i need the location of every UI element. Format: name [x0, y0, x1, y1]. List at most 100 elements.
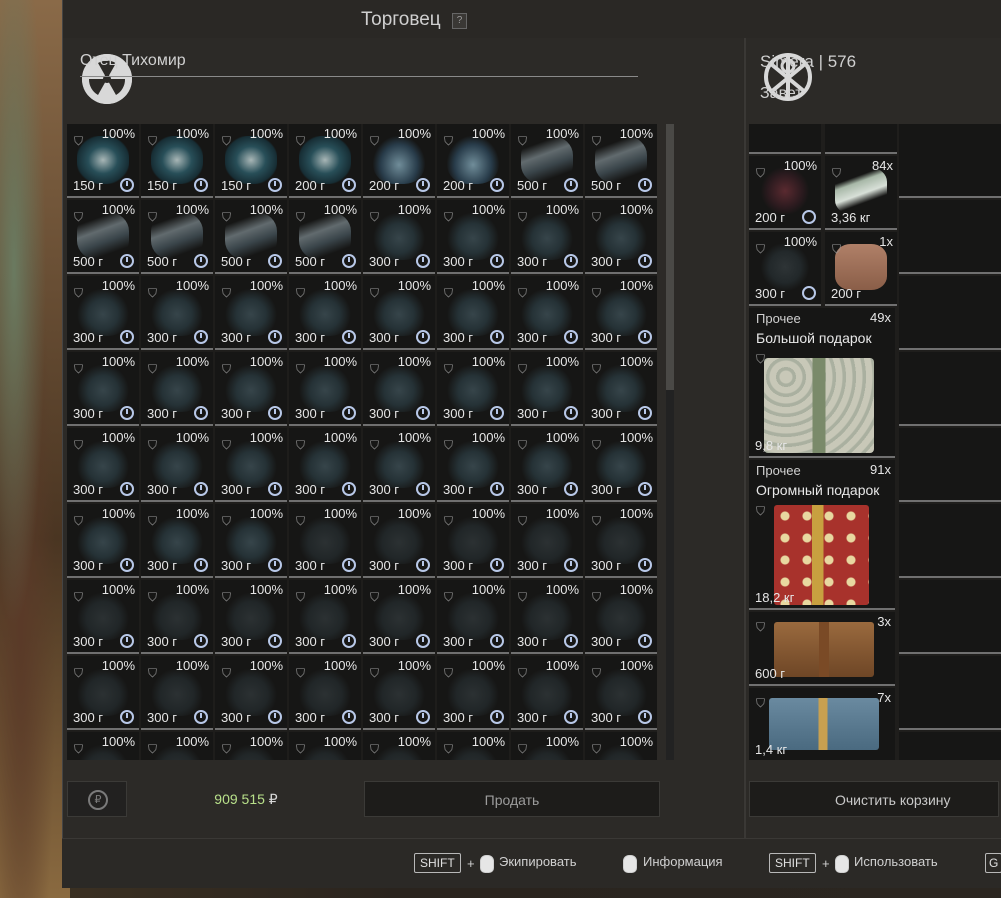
player-item-slot[interactable]: ⛉ 100% 200 г	[749, 156, 821, 230]
inventory-slot[interactable]: ⛉ 100%	[141, 732, 213, 760]
inventory-slot[interactable]: ⛉ 100% 500 г	[585, 124, 657, 198]
inventory-slot[interactable]: ⛉ 100%	[289, 732, 361, 760]
inventory-slot[interactable]: ⛉ 100% 300 г	[511, 580, 583, 654]
inventory-slot[interactable]: ⛉ 100% 300 г	[585, 200, 657, 274]
empty-slot[interactable]	[749, 124, 821, 154]
inventory-slot[interactable]: ⛉ 100% 300 г	[511, 276, 583, 350]
player-item-slot[interactable]: ⛉ 100% 300 г	[749, 232, 821, 306]
player-item-slot[interactable]: ⛉ 1x 200 г	[825, 232, 897, 306]
empty-slot[interactable]	[899, 352, 1001, 426]
inventory-slot[interactable]: ⛉ 100% 500 г	[141, 200, 213, 274]
inventory-slot[interactable]: ⛉ 100% 150 г	[67, 124, 139, 198]
inventory-slot[interactable]: ⛉ 100% 300 г	[67, 656, 139, 730]
inventory-slot[interactable]: ⛉ 100% 300 г	[67, 580, 139, 654]
empty-slot[interactable]	[899, 428, 1001, 502]
inventory-slot[interactable]: ⛉ 100%	[363, 732, 435, 760]
empty-slot[interactable]	[899, 580, 1001, 654]
inventory-slot[interactable]: ⛉ 100% 300 г	[511, 200, 583, 274]
inventory-slot[interactable]: ⛉ 100% 300 г	[363, 352, 435, 426]
inventory-slot[interactable]: ⛉ 100% 300 г	[215, 656, 287, 730]
inventory-slot[interactable]: ⛉ 100% 300 г	[437, 580, 509, 654]
currency-switch-button[interactable]: ₽	[67, 781, 127, 817]
inventory-slot[interactable]: ⛉ 100% 300 г	[437, 428, 509, 502]
inventory-slot[interactable]: ⛉ 100% 300 г	[511, 428, 583, 502]
empty-slot[interactable]	[825, 124, 897, 154]
inventory-slot[interactable]: ⛉ 100% 500 г	[511, 124, 583, 198]
inventory-slot[interactable]: ⛉ 100% 300 г	[67, 504, 139, 578]
inventory-slot[interactable]: ⛉ 100% 300 г	[585, 428, 657, 502]
inventory-slot[interactable]: ⛉ 100% 300 г	[289, 504, 361, 578]
inventory-slot[interactable]: ⛉ 100% 300 г	[141, 352, 213, 426]
item-condition: 100%	[545, 506, 579, 521]
inventory-slot[interactable]: ⛉ 100% 300 г	[67, 352, 139, 426]
inventory-slot[interactable]: ⛉ 100% 300 г	[215, 580, 287, 654]
inventory-slot[interactable]: ⛉ 100%	[585, 732, 657, 760]
inventory-slot[interactable]: ⛉ 100% 200 г	[437, 124, 509, 198]
inventory-slot[interactable]: ⛉ 100% 200 г	[289, 124, 361, 198]
player-item-slot[interactable]: ⛉ 7x 1,4 кг	[749, 688, 895, 760]
inventory-slot[interactable]: ⛉ 100% 300 г	[585, 504, 657, 578]
inventory-slot[interactable]: ⛉ 100% 300 г	[67, 428, 139, 502]
inventory-slot[interactable]: ⛉ 100% 300 г	[511, 656, 583, 730]
empty-slot[interactable]	[899, 656, 1001, 730]
inventory-slot[interactable]: ⛉ 100% 500 г	[215, 200, 287, 274]
inventory-slot[interactable]: ⛉ 100% 300 г	[67, 276, 139, 350]
clear-cart-button[interactable]: Очистить корзину	[749, 781, 999, 817]
inventory-slot[interactable]: ⛉ 100% 300 г	[289, 276, 361, 350]
inventory-slot[interactable]: ⛉ 100%	[67, 732, 139, 760]
trader-inventory-grid[interactable]: ⛉ 100% 150 г ⛉ 100% 150 г ⛉ 100% 150 г ⛉ 100% 200 г…	[67, 124, 657, 760]
inventory-slot[interactable]: ⛉ 100% 300 г	[215, 352, 287, 426]
inventory-slot[interactable]: ⛉ 100%	[437, 732, 509, 760]
inventory-slot[interactable]: ⛉ 100% 300 г	[363, 200, 435, 274]
inventory-slot[interactable]: ⛉ 100% 300 г	[289, 580, 361, 654]
player-item-slot[interactable]: Прочее Огромный подарок ⛉ 91x 18,2 кг	[749, 460, 895, 610]
player-item-slot[interactable]: Прочее Большой подарок ⛉ 49x 9,8 кг	[749, 308, 895, 458]
inventory-slot[interactable]: ⛉ 100% 300 г	[215, 276, 287, 350]
player-item-slot[interactable]: ⛉ 3x 600 г	[749, 612, 895, 686]
inventory-slot[interactable]: ⛉ 100% 300 г	[215, 504, 287, 578]
inventory-slot[interactable]: ⛉ 100% 300 г	[289, 352, 361, 426]
inventory-slot[interactable]: ⛉ 100% 300 г	[585, 580, 657, 654]
inventory-slot[interactable]: ⛉ 100% 300 г	[363, 580, 435, 654]
empty-slot[interactable]	[899, 732, 1001, 760]
inventory-slot[interactable]: ⛉ 100% 300 г	[437, 656, 509, 730]
sell-button[interactable]: Продать	[364, 781, 660, 817]
player-item-slot[interactable]: ⛉ 84x 3,36 кг	[825, 156, 897, 230]
inventory-slot[interactable]: ⛉ 100% 300 г	[437, 352, 509, 426]
inventory-slot[interactable]: ⛉ 100% 300 г	[141, 656, 213, 730]
inventory-slot[interactable]: ⛉ 100% 200 г	[363, 124, 435, 198]
inventory-slot[interactable]: ⛉ 100% 300 г	[215, 428, 287, 502]
inventory-slot[interactable]: ⛉ 100% 300 г	[363, 504, 435, 578]
inventory-slot[interactable]: ⛉ 100% 300 г	[511, 352, 583, 426]
trader-scrollbar-thumb[interactable]	[666, 124, 674, 390]
inventory-slot[interactable]: ⛉ 100% 150 г	[141, 124, 213, 198]
inventory-slot[interactable]: ⛉ 100% 300 г	[141, 504, 213, 578]
empty-slot[interactable]	[899, 200, 1001, 274]
item-condition: 100%	[323, 278, 357, 293]
inventory-slot[interactable]: ⛉ 100% 300 г	[437, 200, 509, 274]
inventory-slot[interactable]: ⛉ 100% 150 г	[215, 124, 287, 198]
player-inventory-grid[interactable]: ⛉ 100% 200 г ⛉ 84x 3,36 кг ⛉ 100% 300 г ⛉ 1x 200 г П…	[749, 124, 1001, 760]
inventory-slot[interactable]: ⛉ 100% 300 г	[585, 276, 657, 350]
empty-slot[interactable]	[899, 124, 1001, 198]
inventory-slot[interactable]: ⛉ 100% 300 г	[141, 580, 213, 654]
inventory-slot[interactable]: ⛉ 100% 300 г	[363, 276, 435, 350]
inventory-slot[interactable]: ⛉ 100% 500 г	[289, 200, 361, 274]
inventory-slot[interactable]: ⛉ 100% 300 г	[363, 656, 435, 730]
empty-slot[interactable]	[899, 504, 1001, 578]
inventory-slot[interactable]: ⛉ 100%	[511, 732, 583, 760]
empty-slot[interactable]	[899, 276, 1001, 350]
inventory-slot[interactable]: ⛉ 100% 300 г	[363, 428, 435, 502]
inventory-slot[interactable]: ⛉ 100% 300 г	[141, 276, 213, 350]
inventory-slot[interactable]: ⛉ 100% 300 г	[289, 656, 361, 730]
inventory-slot[interactable]: ⛉ 100% 300 г	[437, 276, 509, 350]
inventory-slot[interactable]: ⛉ 100% 300 г	[141, 428, 213, 502]
inventory-slot[interactable]: ⛉ 100% 300 г	[511, 504, 583, 578]
inventory-slot[interactable]: ⛉ 100% 300 г	[585, 656, 657, 730]
help-button[interactable]: ?	[452, 13, 467, 29]
inventory-slot[interactable]: ⛉ 100% 500 г	[67, 200, 139, 274]
inventory-slot[interactable]: ⛉ 100% 300 г	[585, 352, 657, 426]
inventory-slot[interactable]: ⛉ 100% 300 г	[289, 428, 361, 502]
inventory-slot[interactable]: ⛉ 100% 300 г	[437, 504, 509, 578]
inventory-slot[interactable]: ⛉ 100%	[215, 732, 287, 760]
